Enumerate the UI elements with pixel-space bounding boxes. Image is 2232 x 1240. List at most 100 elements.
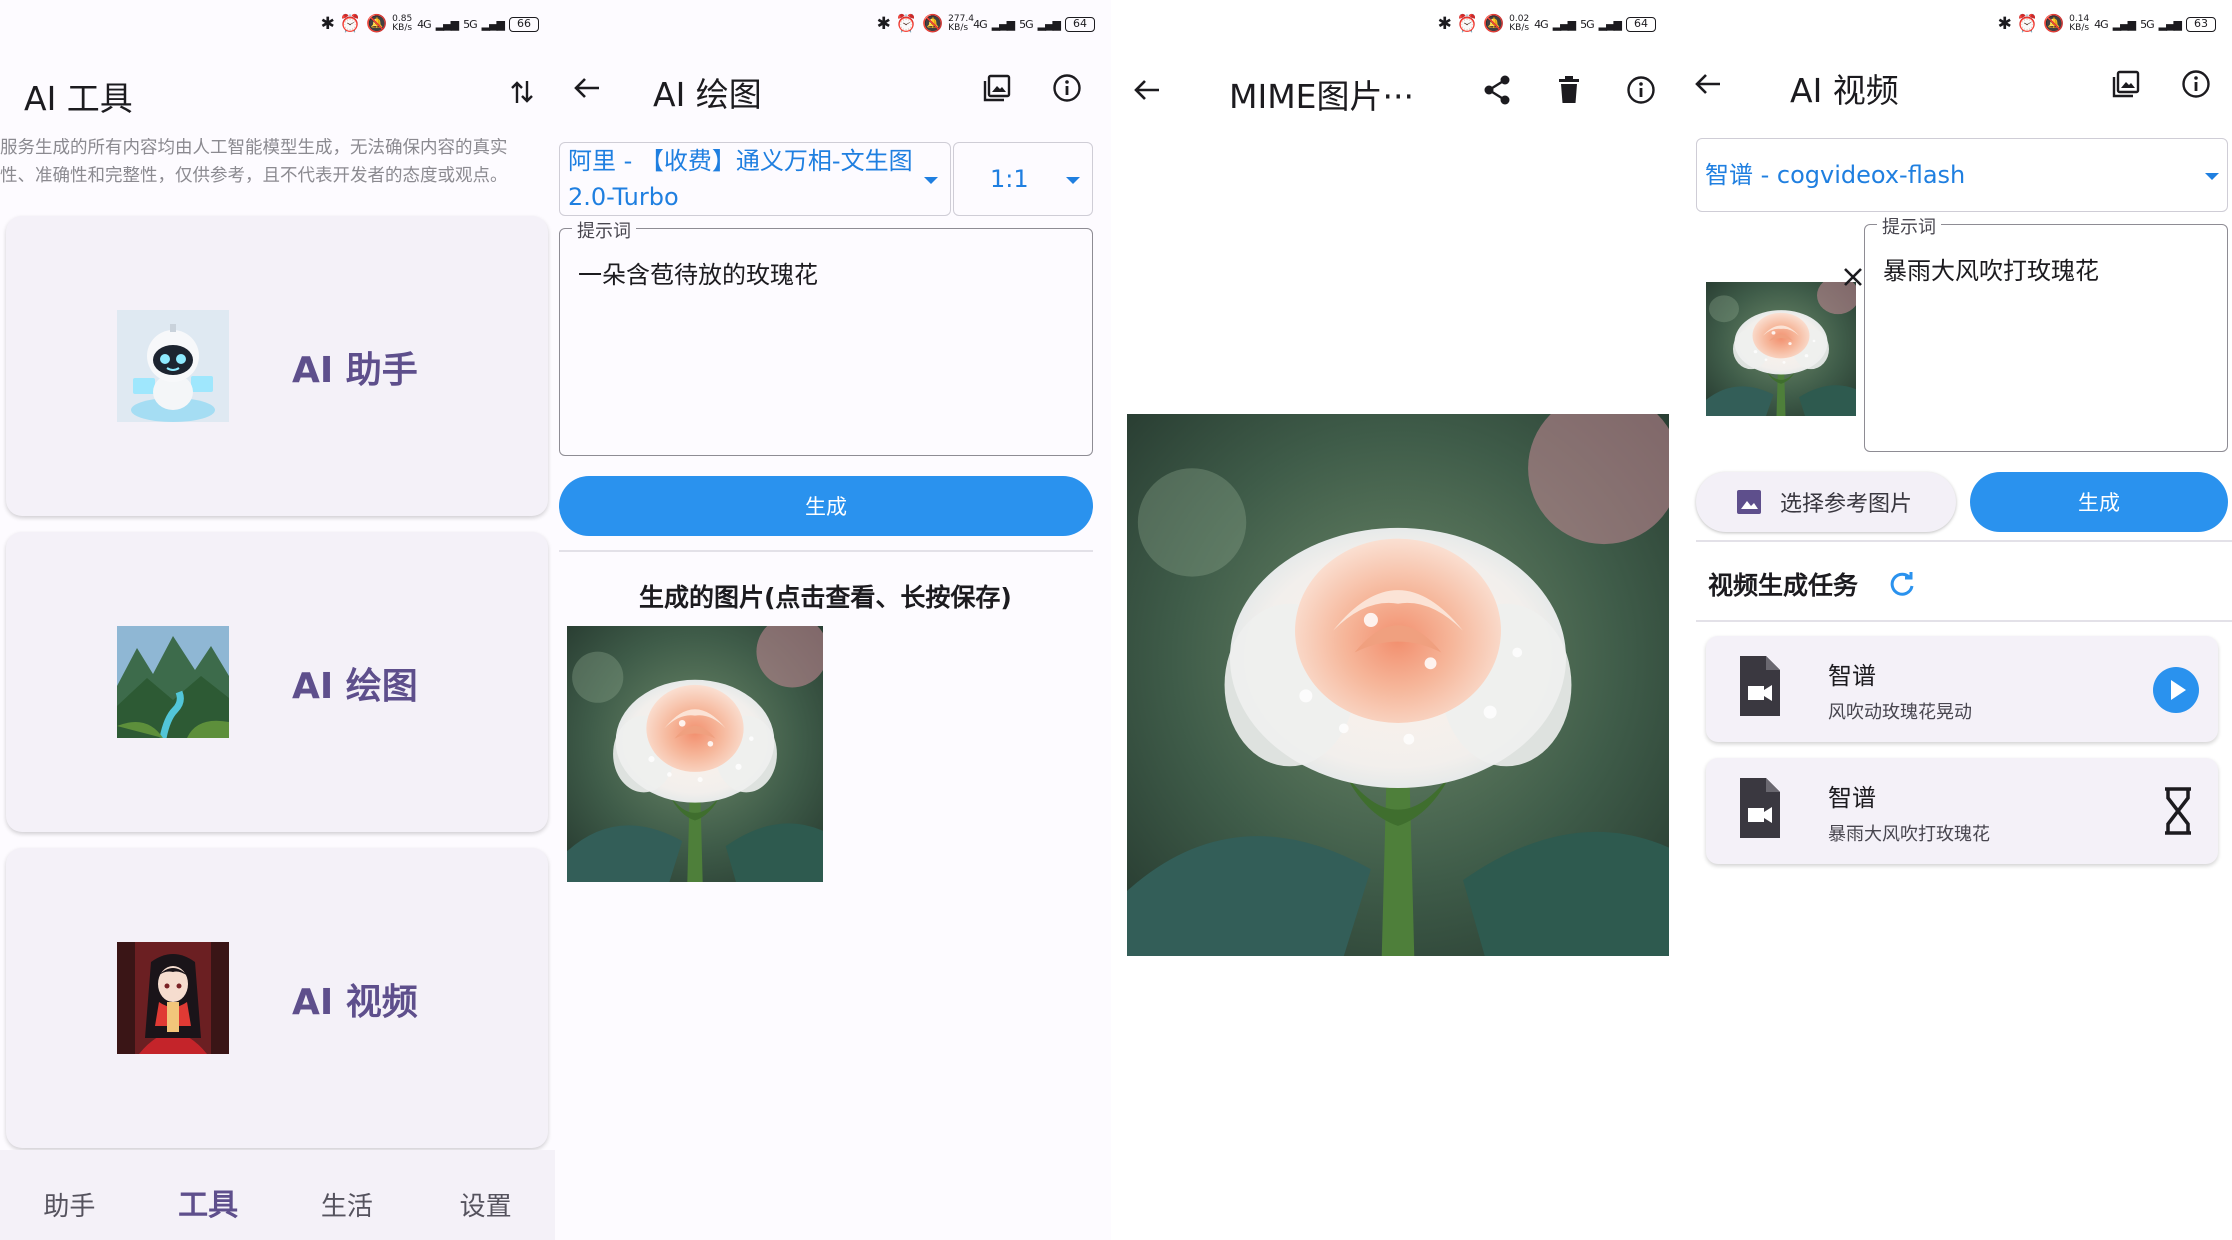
task-item[interactable]: 智谱 风吹动玫瑰花晃动 — [1706, 636, 2218, 742]
ratio-dropdown[interactable]: 1:1 — [953, 142, 1093, 216]
gallery-icon[interactable] — [973, 64, 1021, 112]
mute-icon: 🔕 — [2042, 13, 2065, 34]
results-title: 生成的图片(点击查看、长按保存) — [639, 583, 1012, 612]
mute-icon: 🔕 — [1482, 13, 1505, 34]
signal-icon: ▂▄▆ — [2112, 17, 2136, 31]
battery-indicator: 64 — [1065, 16, 1095, 32]
page-title: AI 绘图 — [653, 75, 762, 114]
back-arrow-icon[interactable] — [563, 64, 611, 112]
choose-reference-button[interactable]: 选择参考图片 — [1696, 472, 1956, 532]
bluetooth-icon: ✱ — [1997, 13, 2012, 34]
network-type-1: 4G — [973, 17, 987, 31]
image-viewer-screen: ✱ ⏰ 🔕 0.02 KB/s 4G ▂▄▆ 5G ▂▄▆ 64 MIME图片·… — [1111, 0, 1672, 1240]
signal-icon: ▂▄▆ — [1552, 17, 1576, 31]
network-type-2: 5G — [1580, 17, 1594, 31]
play-icon[interactable] — [2152, 666, 2200, 718]
sort-icon[interactable] — [498, 68, 546, 116]
status-bar: ✱ ⏰ 🔕 0.14 KB/s 4G ▂▄▆ 5G ▂▄▆ 63 — [1998, 8, 2216, 40]
task-item[interactable]: 智谱 暴雨大风吹打玫瑰花 — [1706, 758, 2218, 864]
robot-thumbnail — [117, 310, 229, 422]
net-speed: 0.02 KB/s — [1509, 14, 1530, 33]
tool-card-label: AI 绘图 — [292, 666, 418, 707]
prompt-field[interactable]: 提示词 一朵含苞待放的玫瑰花 — [559, 217, 1093, 456]
gallery-icon[interactable] — [2102, 60, 2150, 108]
share-icon[interactable] — [1473, 66, 1521, 114]
tool-card-ai-drawing[interactable]: AI 绘图 — [6, 532, 548, 832]
generate-button[interactable]: 生成 — [1970, 472, 2228, 532]
info-icon[interactable] — [2172, 60, 2220, 108]
tasks-title: 视频生成任务 — [1708, 571, 1859, 600]
battery-indicator: 66 — [509, 16, 539, 32]
nav-item-tools[interactable]: 工具 — [139, 1150, 278, 1240]
choose-reference-label: 选择参考图片 — [1780, 492, 1913, 517]
chevron-down-icon — [924, 177, 938, 184]
nav-item-life[interactable]: 生活 — [278, 1150, 417, 1240]
rose-image — [567, 615, 829, 882]
back-arrow-icon[interactable] — [1123, 66, 1171, 114]
model-dropdown[interactable]: 阿里 - 【收费】通义万相-文生图 2.0-Turbo — [559, 142, 951, 216]
prompt-text: 暴雨大风吹打玫瑰花 — [1883, 257, 2099, 285]
alarm-icon: ⏰ — [339, 13, 361, 34]
bluetooth-icon: ✱ — [320, 13, 335, 34]
anime-girl-thumbnail — [117, 942, 229, 1054]
net-speed: 0.85 KB/s — [392, 14, 413, 33]
chevron-down-icon — [1066, 177, 1080, 184]
tool-card-ai-assistant[interactable]: AI 助手 — [6, 216, 548, 516]
signal-icon: ▂▄▆ — [435, 17, 459, 31]
full-image-view[interactable] — [1127, 392, 1672, 956]
tool-card-label: AI 视频 — [292, 982, 418, 1023]
bluetooth-icon: ✱ — [876, 13, 891, 34]
video-file-icon — [1740, 656, 1780, 720]
model-dropdown-line1: 阿里 - 【收费】通义万相-文生图 — [568, 147, 913, 175]
info-icon[interactable] — [1043, 64, 1091, 112]
prompt-field[interactable]: 提示词 暴雨大风吹打玫瑰花 — [1864, 213, 2228, 452]
signal-icon: ▂▄▆ — [1037, 17, 1061, 31]
page-title: AI 视频 — [1790, 71, 1899, 110]
tool-card-ai-video[interactable]: AI 视频 — [6, 848, 548, 1148]
model-dropdown[interactable]: 智谱 - cogvideox-flash — [1696, 138, 2228, 212]
bottom-navigation: 助手 工具 生活 设置 — [0, 1150, 555, 1240]
refresh-icon[interactable] — [1878, 560, 1926, 608]
delete-icon[interactable] — [1545, 66, 1593, 114]
hourglass-icon — [2162, 786, 2194, 840]
task-subtitle: 暴雨大风吹打玫瑰花 — [1828, 824, 1990, 845]
model-value: 智谱 - cogvideox-flash — [1705, 161, 1966, 189]
mute-icon: 🔕 — [365, 13, 388, 34]
signal-icon: ▂▄▆ — [991, 17, 1015, 31]
signal-icon: ▂▄▆ — [481, 17, 505, 31]
network-type-2: 5G — [1019, 17, 1033, 31]
back-arrow-icon[interactable] — [1684, 60, 1732, 108]
signal-icon: ▂▄▆ — [2158, 17, 2182, 31]
info-icon[interactable] — [1617, 66, 1665, 114]
bluetooth-icon: ✱ — [1437, 13, 1452, 34]
mute-icon: 🔕 — [921, 13, 944, 34]
generate-button[interactable]: 生成 — [559, 476, 1093, 536]
alarm-icon: ⏰ — [1456, 13, 1478, 34]
network-type-2: 5G — [2140, 17, 2154, 31]
task-title: 智谱 — [1828, 662, 1876, 690]
generated-image-thumbnail[interactable] — [567, 615, 829, 882]
tools-screen: ✱ ⏰ 🔕 0.85 KB/s 4G ▂▄▆ 5G ▂▄▆ 66 AI 工具 服… — [0, 0, 555, 1240]
divider — [559, 550, 1093, 552]
status-bar: ✱ ⏰ 🔕 0.85 KB/s 4G ▂▄▆ 5G ▂▄▆ 66 — [321, 8, 539, 40]
net-speed: 0.14 KB/s — [2069, 14, 2090, 33]
page-title: AI 工具 — [24, 79, 133, 118]
net-speed: 277.4 KB/s — [948, 14, 974, 33]
nav-item-assistant[interactable]: 助手 — [0, 1150, 139, 1240]
status-bar: ✱ ⏰ 🔕 0.02 KB/s 4G ▂▄▆ 5G ▂▄▆ 64 — [1438, 8, 1656, 40]
rose-image — [1706, 276, 1859, 416]
nav-item-settings[interactable]: 设置 — [416, 1150, 555, 1240]
network-type-2: 5G — [463, 17, 477, 31]
signal-icon: ▂▄▆ — [1598, 17, 1622, 31]
image-icon — [1737, 490, 1761, 514]
divider — [1696, 540, 2232, 542]
drawing-screen: ✱ ⏰ 🔕 277.4 KB/s 4G ▂▄▆ 5G ▂▄▆ 64 AI 绘图 … — [555, 0, 1111, 1240]
reference-image-thumbnail[interactable] — [1706, 276, 1859, 416]
tool-card-label: AI 助手 — [292, 350, 418, 391]
divider — [1696, 620, 2232, 622]
task-subtitle: 风吹动玫瑰花晃动 — [1828, 702, 1972, 723]
network-type-1: 4G — [2094, 17, 2108, 31]
prompt-label: 提示词 — [1877, 213, 1941, 239]
battery-indicator: 64 — [1626, 16, 1656, 32]
alarm-icon: ⏰ — [2016, 13, 2038, 34]
